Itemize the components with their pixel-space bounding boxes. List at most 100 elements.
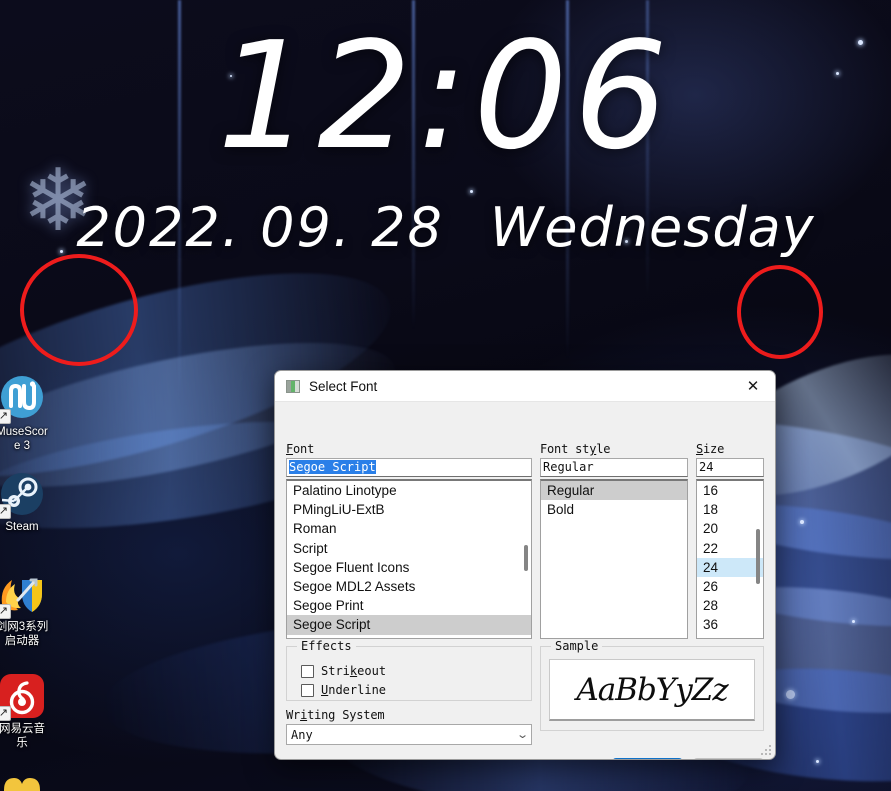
steam-icon: ↗ — [0, 470, 46, 519]
size-list[interactable]: 16 18 20 22 24 26 28 36 — [696, 479, 764, 639]
font-style-label: Font style — [540, 442, 611, 456]
underline-checkbox[interactable] — [301, 683, 314, 697]
jx3-launcher-icon: ↗ — [0, 570, 46, 619]
clock-date: 2022. 09. 28 — [76, 196, 444, 259]
sample-text: AaBbYyZz — [576, 671, 728, 708]
font-style-list[interactable]: Regular Bold — [540, 479, 688, 639]
desktop-icon-label: Steam — [5, 521, 39, 533]
wallpaper-spark — [625, 240, 628, 243]
wallpaper-spark — [230, 75, 232, 77]
underline-checkbox-row[interactable]: Underline — [301, 683, 523, 697]
font-style-column: Font style Regular Regular Bold — [540, 442, 688, 639]
size-list-item[interactable]: 26 — [697, 577, 763, 596]
sample-group: Sample AaBbYyZz — [540, 639, 764, 731]
wallpaper-spark — [800, 520, 804, 524]
size-list-scrollbar[interactable] — [756, 529, 760, 584]
wallpaper-spark — [470, 190, 473, 193]
red-ellipse-annotation-date — [20, 254, 138, 366]
writing-system-label: Writing System — [286, 708, 385, 722]
font-list-item-selected[interactable]: Segoe Script — [287, 615, 531, 635]
size-input[interactable]: 24 — [696, 458, 764, 477]
shortcut-arrow-icon: ↗ — [0, 706, 11, 721]
font-label: Font — [286, 442, 315, 456]
close-icon[interactable]: ✕ — [731, 371, 775, 402]
dialog-title: Select Font — [309, 378, 378, 394]
wallpaper-beam — [412, 0, 415, 330]
font-list-item[interactable]: PMingLiU-ExtB — [287, 500, 531, 519]
font-input[interactable]: Segoe Script — [286, 458, 532, 477]
cancel-button[interactable]: Cancel — [693, 758, 764, 759]
font-style-list-item-selected[interactable]: Regular — [541, 481, 687, 501]
strikeout-checkbox[interactable] — [301, 664, 314, 678]
wallpaper-spark — [60, 250, 63, 253]
red-ellipse-annotation-weekday — [737, 265, 823, 359]
sample-preview-box: AaBbYyZz — [549, 659, 755, 721]
font-list-scrollbar[interactable] — [524, 545, 528, 571]
shortcut-arrow-icon: ↗ — [0, 604, 11, 619]
size-input-value: 24 — [699, 460, 714, 474]
font-list-item[interactable]: Script — [287, 539, 531, 558]
resize-grip[interactable] — [761, 745, 772, 756]
font-style-input[interactable]: Regular — [540, 458, 688, 477]
dialog-body: Font Segoe Script Palatino Linotype PMin… — [275, 402, 775, 759]
shortcut-arrow-icon: ↗ — [0, 409, 11, 424]
wallpaper-spark — [858, 40, 863, 45]
snowflake-icon: ❄ — [22, 153, 95, 249]
musescore-icon: ↗ — [0, 375, 46, 424]
desktop-icon-musescore[interactable]: ↗ MuseScore 3 — [0, 375, 50, 454]
sample-legend: Sample — [555, 639, 599, 653]
dialog-button-row: OK Cancel — [612, 758, 764, 759]
desktop-icon-label: MuseScore 3 — [0, 426, 48, 452]
effects-group: Effects Strikeout Underline — [286, 639, 532, 701]
desktop-icon-netease-music[interactable]: ↗ 网易云音乐 — [0, 672, 50, 751]
underline-label: Underline — [321, 683, 387, 697]
size-list-item[interactable]: 22 — [697, 539, 763, 558]
font-list[interactable]: Palatino Linotype PMingLiU-ExtB Roman Sc… — [286, 479, 532, 639]
ok-button[interactable]: OK — [612, 758, 683, 759]
select-font-dialog[interactable]: Select Font ✕ Font Segoe Script Palatino… — [274, 370, 776, 760]
wallpaper-spark — [852, 620, 855, 623]
desktop-icon-steam[interactable]: ↗ Steam — [0, 470, 50, 535]
size-label: Size — [696, 442, 725, 456]
select-font-window-icon — [286, 379, 300, 393]
font-column: Font Segoe Script Palatino Linotype PMin… — [286, 442, 532, 639]
writing-system-section: Writing System Any ⌄ — [286, 708, 532, 745]
shortcut-arrow-icon: ↗ — [0, 504, 11, 519]
desktop-icon-yellow-app[interactable] — [0, 768, 50, 791]
strikeout-label: Strikeout — [321, 664, 387, 678]
font-list-item[interactable]: Segoe Fluent Icons — [287, 558, 531, 577]
font-list-item[interactable]: Roman — [287, 519, 531, 538]
size-list-item-selected[interactable]: 24 — [697, 557, 763, 577]
wallpaper-beam — [566, 0, 569, 360]
clock-dateline: 2022. 09. 28 Wednesday — [0, 196, 891, 259]
wallpaper-spark — [836, 72, 839, 75]
clock-weekday: Wednesday — [489, 196, 815, 259]
netease-music-icon: ↗ — [0, 672, 46, 721]
writing-system-value: Any — [291, 727, 313, 742]
size-list-item[interactable]: 20 — [697, 519, 763, 538]
font-list-item[interactable]: Palatino Linotype — [287, 481, 531, 500]
desktop-clock-widget: 12:06 2022. 09. 28 Wednesday — [0, 0, 891, 259]
wallpaper-beam — [646, 0, 649, 300]
effects-legend: Effects — [301, 639, 352, 653]
size-list-item[interactable]: 16 — [697, 481, 763, 500]
dialog-titlebar[interactable]: Select Font ✕ — [275, 371, 775, 402]
chevron-down-icon: ⌄ — [515, 729, 529, 741]
font-list-item[interactable]: Segoe Print — [287, 596, 531, 615]
size-list-item[interactable]: 18 — [697, 500, 763, 519]
desktop-icon-label: 网易云音乐 — [0, 723, 45, 749]
size-column: Size 24 16 18 20 22 24 26 28 36 — [696, 442, 764, 639]
font-style-list-item[interactable]: Bold — [541, 500, 687, 519]
wallpaper-spark — [786, 690, 795, 699]
font-list-item[interactable]: Segoe MDL2 Assets — [287, 577, 531, 596]
strikeout-checkbox-row[interactable]: Strikeout — [301, 664, 523, 678]
desktop[interactable]: ❄ 12:06 2022. 09. 28 Wednesday ↗ MuseSco… — [0, 0, 891, 791]
yellow-app-icon — [0, 768, 46, 791]
font-input-value: Segoe Script — [289, 460, 376, 474]
size-list-item[interactable]: 36 — [697, 615, 763, 634]
wallpaper-spark — [816, 760, 819, 763]
writing-system-select[interactable]: Any ⌄ — [286, 724, 532, 745]
desktop-icon-jx3-launcher[interactable]: ↗ 剑网3系列启动器 — [0, 570, 50, 649]
font-style-input-value: Regular — [543, 460, 594, 474]
size-list-item[interactable]: 28 — [697, 596, 763, 615]
